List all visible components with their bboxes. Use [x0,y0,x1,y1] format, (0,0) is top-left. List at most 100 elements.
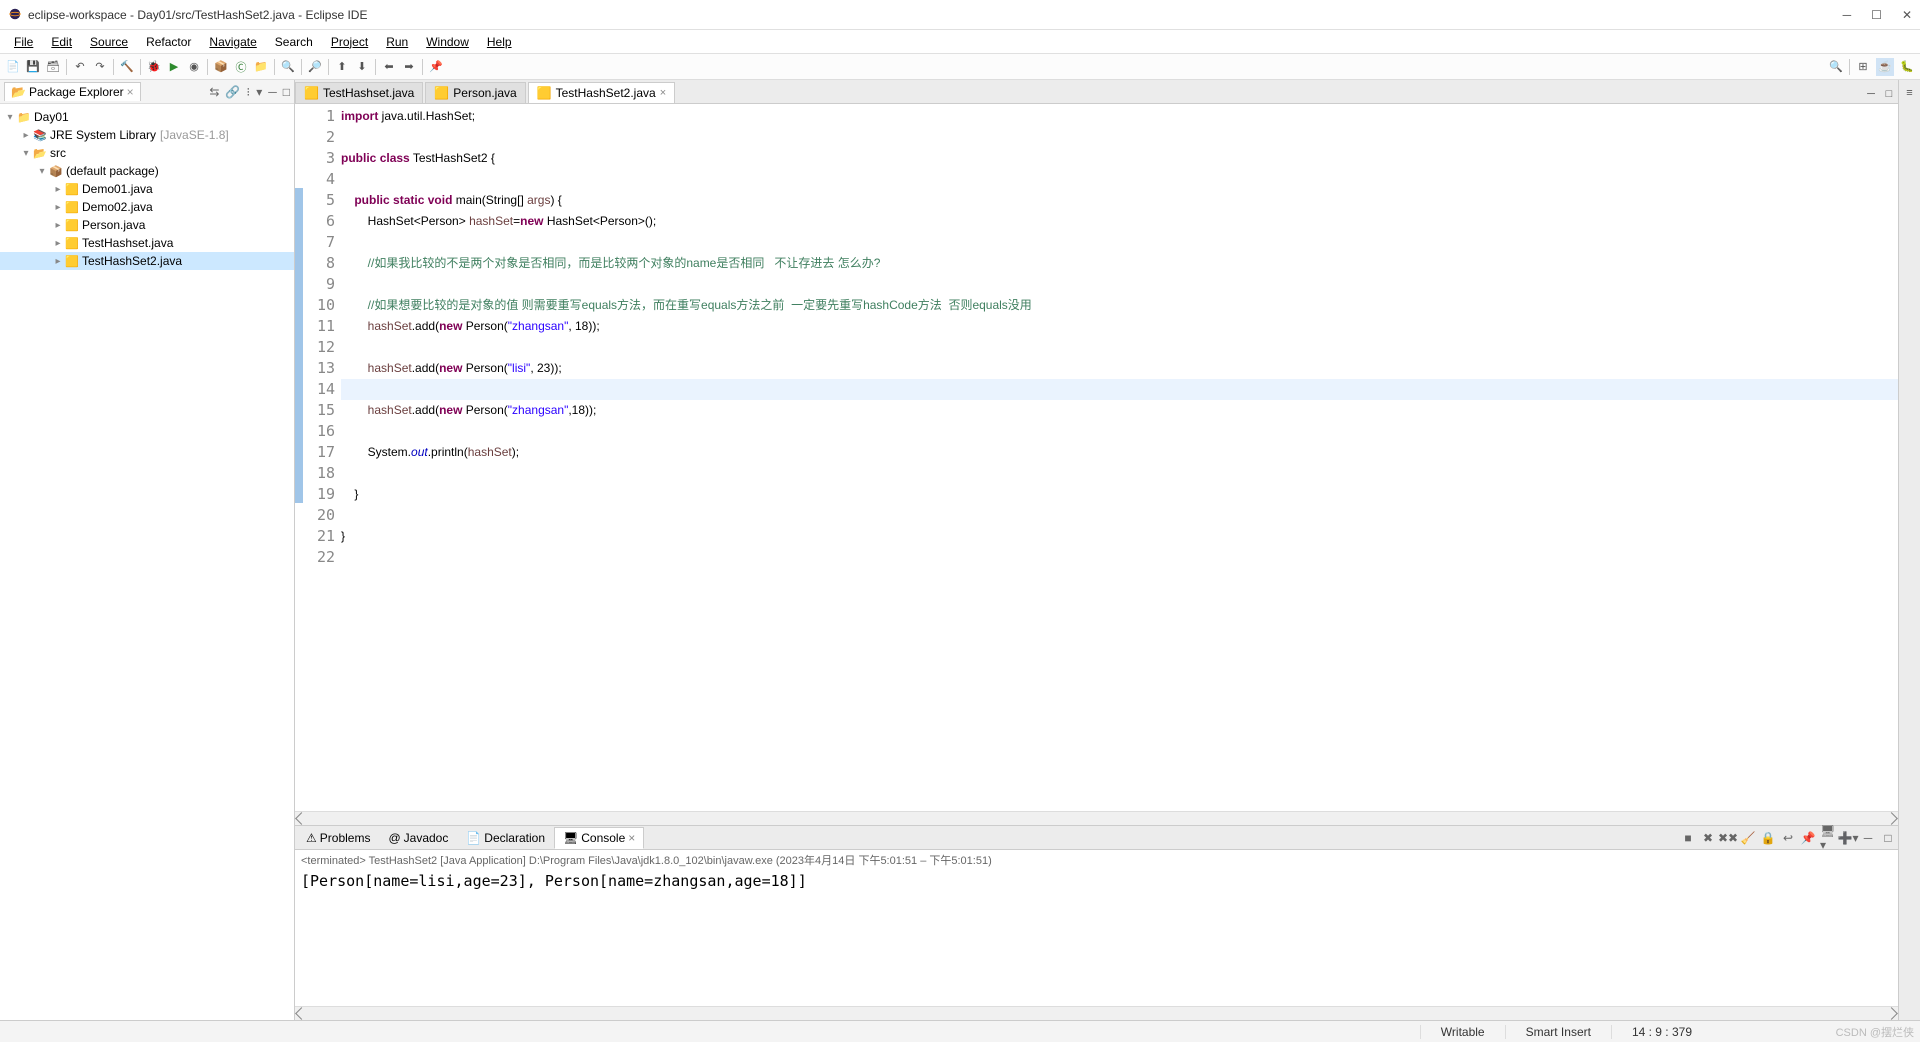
scroll-lock-icon[interactable]: 🔒 [1760,830,1776,846]
minimize-button[interactable]: ─ [1843,8,1852,22]
terminate-icon[interactable]: ■ [1680,830,1696,846]
menu-help[interactable]: Help [479,33,520,51]
link-editor-icon[interactable]: 🔗 [225,85,240,99]
editor-tab-person[interactable]: 🟨Person.java [425,82,525,103]
open-console-icon[interactable]: ➕▾ [1840,830,1856,846]
word-wrap-icon[interactable]: ↩ [1780,830,1796,846]
tree-src[interactable]: ▾📂src [0,144,294,162]
package-tree: ▾📁Day01 ▸📚JRE System Library[JavaSE-1.8]… [0,104,294,1020]
build-icon[interactable]: 🔨 [118,58,136,76]
console-hscroll[interactable] [295,1006,1898,1020]
annotation-next-icon[interactable]: ⬇ [353,58,371,76]
tree-file-demo02[interactable]: ▸🟨Demo02.java [0,198,294,216]
run-icon[interactable]: ▶ [165,58,183,76]
undo-icon[interactable]: ↶ [71,58,89,76]
tree-default-package[interactable]: ▾📦(default package) [0,162,294,180]
package-explorer-view: 📂 Package Explorer × ⇆ 🔗 ⁝ ▾ ─ □ ▾📁Day01… [0,80,295,1020]
bottom-tabs: ⚠Problems @Javadoc 📄Declaration 🖥Console… [295,826,1898,850]
tab-javadoc[interactable]: @Javadoc [379,827,457,849]
tree-file-testhashset[interactable]: ▸🟨TestHashset.java [0,234,294,252]
menu-run[interactable]: Run [378,33,416,51]
maximize-view-icon[interactable]: □ [283,85,290,99]
editor-minimize-icon[interactable]: ─ [1862,85,1880,103]
tree-jre[interactable]: ▸📚JRE System Library[JavaSE-1.8] [0,126,294,144]
coverage-icon[interactable]: ◉ [185,58,203,76]
menu-navigate[interactable]: Navigate [201,33,264,51]
console-output[interactable]: [Person[name=lisi,age=23], Person[name=z… [295,870,1898,1006]
editor-tab-testhashset[interactable]: 🟨TestHashset.java [295,82,423,103]
remove-launch-icon[interactable]: ✖ [1700,830,1716,846]
pin-icon[interactable]: 📌 [427,58,445,76]
filter-icon[interactable]: ⁝ [246,85,250,99]
close-tab-icon[interactable]: × [660,87,666,99]
save-all-icon[interactable]: 🗃 [44,58,62,76]
save-icon[interactable]: 💾 [24,58,42,76]
main-area: 📂 Package Explorer × ⇆ 🔗 ⁝ ▾ ─ □ ▾📁Day01… [0,80,1920,1020]
menu-project[interactable]: Project [323,33,376,51]
collapse-all-icon[interactable]: ⇆ [209,85,219,99]
menu-bar: File Edit Source Refactor Navigate Searc… [0,30,1920,54]
view-menu-icon[interactable]: ▾ [256,85,262,99]
open-type-icon[interactable]: 🔍 [279,58,297,76]
quick-access-icon[interactable]: 🔍 [1827,58,1845,76]
tab-problems[interactable]: ⚠Problems [297,827,379,849]
close-view-icon[interactable]: × [127,85,134,99]
title-bar: eclipse-workspace - Day01/src/TestHashSe… [0,0,1920,30]
maximize-button[interactable]: ☐ [1871,8,1882,22]
close-console-icon[interactable]: × [628,831,635,845]
debug-icon[interactable]: 🐞 [145,58,163,76]
package-explorer-tab[interactable]: 📂 Package Explorer × [4,82,141,101]
outline-view-icon[interactable]: ≡ [1901,84,1919,102]
window-controls: ─ ☐ ✕ [1843,8,1912,22]
new-class-icon[interactable]: Ⓒ [232,58,250,76]
package-explorer-title: Package Explorer [29,85,124,99]
editor-tabs: 🟨TestHashset.java 🟨Person.java 🟨TestHash… [295,80,1898,104]
main-toolbar: 📄 💾 🗃 ↶ ↷ 🔨 🐞 ▶ ◉ 📦 Ⓒ 📁 🔍 🔎 ⬆ ⬇ ⬅ ➡ 📌 🔍 … [0,54,1920,80]
minimize-view-icon[interactable]: ─ [268,85,277,99]
console-icon: 🖥 [563,831,578,845]
new-folder-icon[interactable]: 📁 [252,58,270,76]
tree-file-demo01[interactable]: ▸🟨Demo01.java [0,180,294,198]
new-package-icon[interactable]: 📦 [212,58,230,76]
package-icon: 📂 [11,85,26,99]
search-icon[interactable]: 🔎 [306,58,324,76]
tab-declaration[interactable]: 📄Declaration [457,827,554,849]
tree-file-person[interactable]: ▸🟨Person.java [0,216,294,234]
menu-refactor[interactable]: Refactor [138,33,199,51]
right-trim: ≡ [1898,80,1920,1020]
pin-console-icon[interactable]: 📌 [1800,830,1816,846]
problems-icon: ⚠ [306,831,317,845]
annotation-prev-icon[interactable]: ⬆ [333,58,351,76]
redo-icon[interactable]: ↷ [91,58,109,76]
tab-console[interactable]: 🖥Console× [554,827,644,849]
editor-maximize-icon[interactable]: □ [1880,85,1898,103]
close-button[interactable]: ✕ [1902,8,1912,22]
tree-file-testhashset2[interactable]: ▸🟨TestHashSet2.java [0,252,294,270]
java-perspective-icon[interactable]: ☕ [1876,58,1894,76]
code-editor[interactable]: 123 456 789 101112 131415 161718 192021 … [295,104,1898,811]
status-position: 14 : 9 : 379 [1611,1025,1712,1039]
status-insert: Smart Insert [1505,1025,1611,1039]
forward-icon[interactable]: ➡ [400,58,418,76]
clear-console-icon[interactable]: 🧹 [1740,830,1756,846]
open-perspective-icon[interactable]: ⊞ [1854,58,1872,76]
menu-edit[interactable]: Edit [43,33,80,51]
new-icon[interactable]: 📄 [4,58,22,76]
back-icon[interactable]: ⬅ [380,58,398,76]
panel-maximize-icon[interactable]: □ [1880,830,1896,846]
menu-file[interactable]: File [6,33,41,51]
marker-strip [295,104,303,811]
line-numbers: 123 456 789 101112 131415 161718 192021 … [303,104,341,811]
bottom-panel: ⚠Problems @Javadoc 📄Declaration 🖥Console… [295,825,1898,1020]
menu-window[interactable]: Window [418,33,477,51]
editor-tab-testhashset2[interactable]: 🟨TestHashSet2.java× [528,82,675,103]
display-console-icon[interactable]: 🖥▾ [1820,830,1836,846]
debug-perspective-icon[interactable]: 🐛 [1898,58,1916,76]
tree-project[interactable]: ▾📁Day01 [0,108,294,126]
remove-all-icon[interactable]: ✖✖ [1720,830,1736,846]
menu-source[interactable]: Source [82,33,136,51]
editor-hscroll[interactable] [295,811,1898,825]
code-content[interactable]: import java.util.HashSet; public class T… [341,104,1898,811]
menu-search[interactable]: Search [267,33,321,51]
panel-minimize-icon[interactable]: ─ [1860,830,1876,846]
